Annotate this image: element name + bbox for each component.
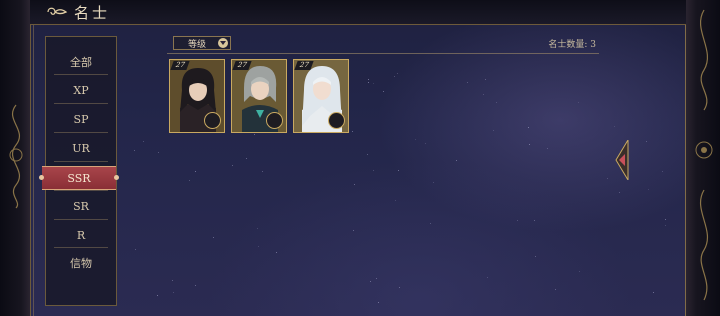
sidebar-divider [54,247,108,248]
star-dot [367,78,369,80]
sidebar-divider [54,103,108,104]
view-eye-icon[interactable] [204,112,221,129]
sidebar-item-all[interactable]: 全部 [46,50,116,74]
star-dot [393,76,395,78]
sidebar-divider [54,74,108,75]
sidebar-item-xp[interactable]: XP [46,78,116,102]
star-dot [528,126,530,128]
chevron-down-icon [218,38,228,48]
card-level: 27 [170,61,190,70]
hero-card[interactable]: 27 [293,59,349,133]
view-eye-icon[interactable] [328,112,345,129]
hero-card[interactable]: 27 [169,59,225,133]
right-frame-line [685,0,686,316]
star-dot [578,270,580,272]
star-dot [664,218,666,220]
cloud-swirl-icon [47,7,68,15]
star-dot [232,164,234,166]
hero-count: 名士数量: 3 [548,40,596,50]
page-title: 名士 [74,3,111,22]
sidebar-item-sr[interactable]: SR [46,194,116,218]
star-dot [432,181,434,183]
star-dot [396,73,398,74]
star-dot [133,149,135,151]
star-dot [648,188,650,190]
star-dot [257,245,259,247]
star-dot [377,301,379,303]
star-dot [466,81,468,83]
star-dot [157,294,159,296]
sidebar-divider [54,161,108,162]
star-dot [369,280,371,282]
star-dot [143,140,144,142]
star-dot [351,131,353,133]
star-dot [482,94,484,95]
sidebar-item-ur[interactable]: UR [46,136,116,160]
star-dot [173,291,174,293]
left-scroll-ornament-icon [9,104,23,209]
star-dot [555,288,557,290]
sidebar-item-r[interactable]: R [46,223,116,247]
right-scroll-ornament-icon [695,9,713,301]
sort-dropdown-label: 等级 [188,39,207,50]
toolbar-divider [167,53,599,54]
hero-card[interactable]: 27 [231,59,287,133]
star-dot [188,179,190,181]
star-dot [134,249,136,251]
sidebar-item-ssr[interactable]: SSR [39,166,119,190]
sidebar-item-sp[interactable]: SP [46,107,116,131]
star-dot [256,227,258,229]
card-level: 27 [294,61,314,70]
star-dot [414,138,416,140]
star-dot [652,291,654,293]
view-eye-icon[interactable] [266,112,283,129]
sidebar-divider [54,219,108,220]
sidebar-divider [54,132,108,133]
sidebar-item-keepsake[interactable]: 信物 [46,251,116,275]
star-dot [275,251,277,253]
page-header: 名士 [46,1,110,23]
left-frame-line [33,0,34,316]
sidebar-divider [54,190,108,191]
star-dot [397,169,399,171]
star-dot [261,170,263,172]
sort-dropdown[interactable]: 等级 [173,36,231,50]
star-dot [664,224,666,226]
expand-panel-arrow-icon[interactable] [614,140,630,180]
star-dot [194,284,196,286]
star-dot [429,223,431,225]
card-level: 27 [232,61,252,70]
star-dot [495,102,497,104]
top-bar [30,0,686,25]
star-dot [533,220,535,222]
